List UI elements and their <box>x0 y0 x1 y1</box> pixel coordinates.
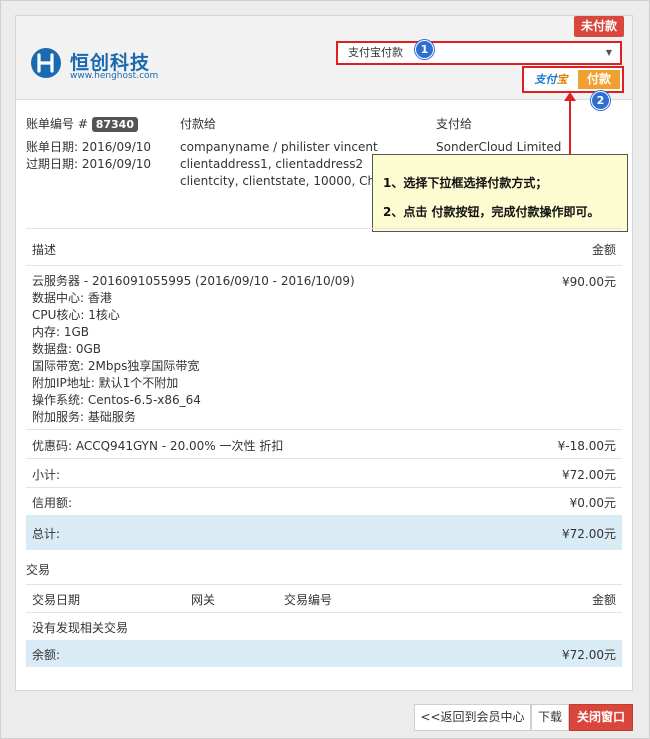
callout-line-2: 2、点击 付款按钮，完成付款操作即可。 <box>383 205 600 219</box>
divider <box>26 228 622 229</box>
col-txn-id: 交易编号 <box>284 593 333 607</box>
payment-method-value: 支付宝付款 <box>348 46 403 59</box>
pay-to-line: companyname / philister vincent <box>180 140 378 154</box>
invoice-due-date: 过期日期: 2016/09/10 <box>26 157 152 171</box>
item-line: 内存: 1GB <box>32 325 90 339</box>
company-logo: 恒创科技 www.henghost.com <box>30 46 160 86</box>
col-gateway: 网关 <box>191 593 216 607</box>
invoice-date: 账单日期: 2016/09/10 <box>26 140 152 154</box>
invoice-number-row: 账单编号 # 87340 <box>26 116 151 133</box>
credit-amount: ¥0.00元 <box>569 496 616 510</box>
total-amount: ¥72.00元 <box>562 527 616 541</box>
invoice-number: 87340 <box>91 117 138 132</box>
col-txn-date: 交易日期 <box>32 593 81 607</box>
balance-row: 余额: ¥72.00元 <box>26 640 622 667</box>
invoice-number-label: 账单编号 # <box>26 117 88 131</box>
pay-to-line: clientaddress1, clientaddress2 <box>180 157 364 171</box>
col-amount: 金额 <box>591 243 616 257</box>
credit-label: 信用额: <box>32 496 73 510</box>
coupon-row: 优惠码: ACCQ941GYN - 20.00% 一次性 折扣 ¥-18.00元 <box>26 430 622 458</box>
transactions-title-row: 交易 <box>26 561 622 581</box>
status-badge: 未付款 <box>574 16 624 37</box>
download-button[interactable]: 下载 <box>531 704 569 731</box>
total-label: 总计: <box>32 527 61 541</box>
item-line: 附加服务: 基础服务 <box>32 410 136 424</box>
callout-arrow-line <box>569 96 571 156</box>
items-table-header: 描述 金额 <box>26 235 622 265</box>
logo-mark-icon <box>31 48 61 78</box>
step-marker-1: 1 <box>415 40 434 59</box>
credit-row: 信用额: ¥0.00元 <box>26 488 622 515</box>
transactions-empty-row: 没有发现相关交易 <box>26 613 622 640</box>
balance-amount: ¥72.00元 <box>562 648 616 662</box>
coupon-label: 优惠码: ACCQ941GYN - 20.00% 一次性 折扣 <box>32 439 284 453</box>
back-to-client-area-button[interactable]: <<返回到会员中心 <box>414 704 531 731</box>
logo-url: www.henghost.com <box>70 71 159 81</box>
item-amount: ¥90.00元 <box>562 275 616 289</box>
total-row: 总计: ¥72.00元 <box>26 515 622 550</box>
subtotal-row: 小计: ¥72.00元 <box>26 459 622 487</box>
invoice-window: 恒创科技 www.henghost.com 支付宝付款 ▼ 1 支付宝 付款 2… <box>0 0 650 739</box>
item-amount-row: ¥90.00元 <box>26 273 622 290</box>
coupon-amount: ¥-18.00元 <box>557 439 616 453</box>
close-window-button[interactable]: 关闭窗口 <box>569 704 633 731</box>
transactions-empty: 没有发现相关交易 <box>32 621 129 635</box>
callout-arrow-head <box>564 92 576 101</box>
alipay-logo: 支付宝 <box>534 73 568 86</box>
payment-method-select[interactable]: 支付宝付款 ▼ <box>336 41 622 65</box>
invoice-card: 恒创科技 www.henghost.com 支付宝付款 ▼ 1 支付宝 付款 2… <box>15 15 633 691</box>
divider <box>26 265 622 266</box>
pay-to-heading: 付款给 <box>180 117 217 131</box>
pay-button[interactable]: 付款 <box>578 70 620 89</box>
step-marker-2: 2 <box>591 91 610 110</box>
transactions-table-header: 交易日期 网关 交易编号 金额 <box>26 586 622 612</box>
item-line: 数据中心: 香港 <box>32 291 112 305</box>
subtotal-amount: ¥72.00元 <box>562 468 616 482</box>
item-line: CPU核心: 1核心 <box>32 308 120 322</box>
balance-label: 余额: <box>32 648 61 662</box>
instruction-callout: 1、选择下拉框选择付款方式； 2、点击 付款按钮，完成付款操作即可。 <box>372 154 628 232</box>
paid-to-block: 支付给 SonderCloud Limited <box>436 116 561 156</box>
invoice-header: 恒创科技 www.henghost.com 支付宝付款 ▼ 1 支付宝 付款 2 <box>16 16 632 110</box>
item-line: 附加IP地址: 默认1个不附加 <box>32 376 179 390</box>
col-description: 描述 <box>32 243 57 257</box>
col-txn-amount: 金额 <box>591 593 616 607</box>
pay-to-line: clientcity, clientstate, 10000, Chin <box>180 174 387 188</box>
invoice-meta: 账单编号 # 87340 账单日期: 2016/09/10 过期日期: 2016… <box>26 116 151 173</box>
divider <box>26 584 622 585</box>
item-line: 操作系统: Centos-6.5-x86_64 <box>32 393 201 407</box>
item-line: 国际带宽: 2Mbps独享国际带宽 <box>32 359 200 373</box>
pay-to-block: 付款给 companyname / philister vincent clie… <box>180 116 386 190</box>
pay-action-box: 支付宝 付款 <box>522 66 624 93</box>
item-description: 云服务器 - 2016091055995 (2016/09/10 - 2016/… <box>32 273 355 426</box>
chevron-down-icon: ▼ <box>605 48 612 57</box>
subtotal-label: 小计: <box>32 468 61 482</box>
item-line: 数据盘: 0GB <box>32 342 102 356</box>
paid-to-heading: 支付给 <box>436 117 473 131</box>
callout-line-1: 1、选择下拉框选择付款方式； <box>383 176 548 190</box>
transactions-title: 交易 <box>26 563 51 577</box>
